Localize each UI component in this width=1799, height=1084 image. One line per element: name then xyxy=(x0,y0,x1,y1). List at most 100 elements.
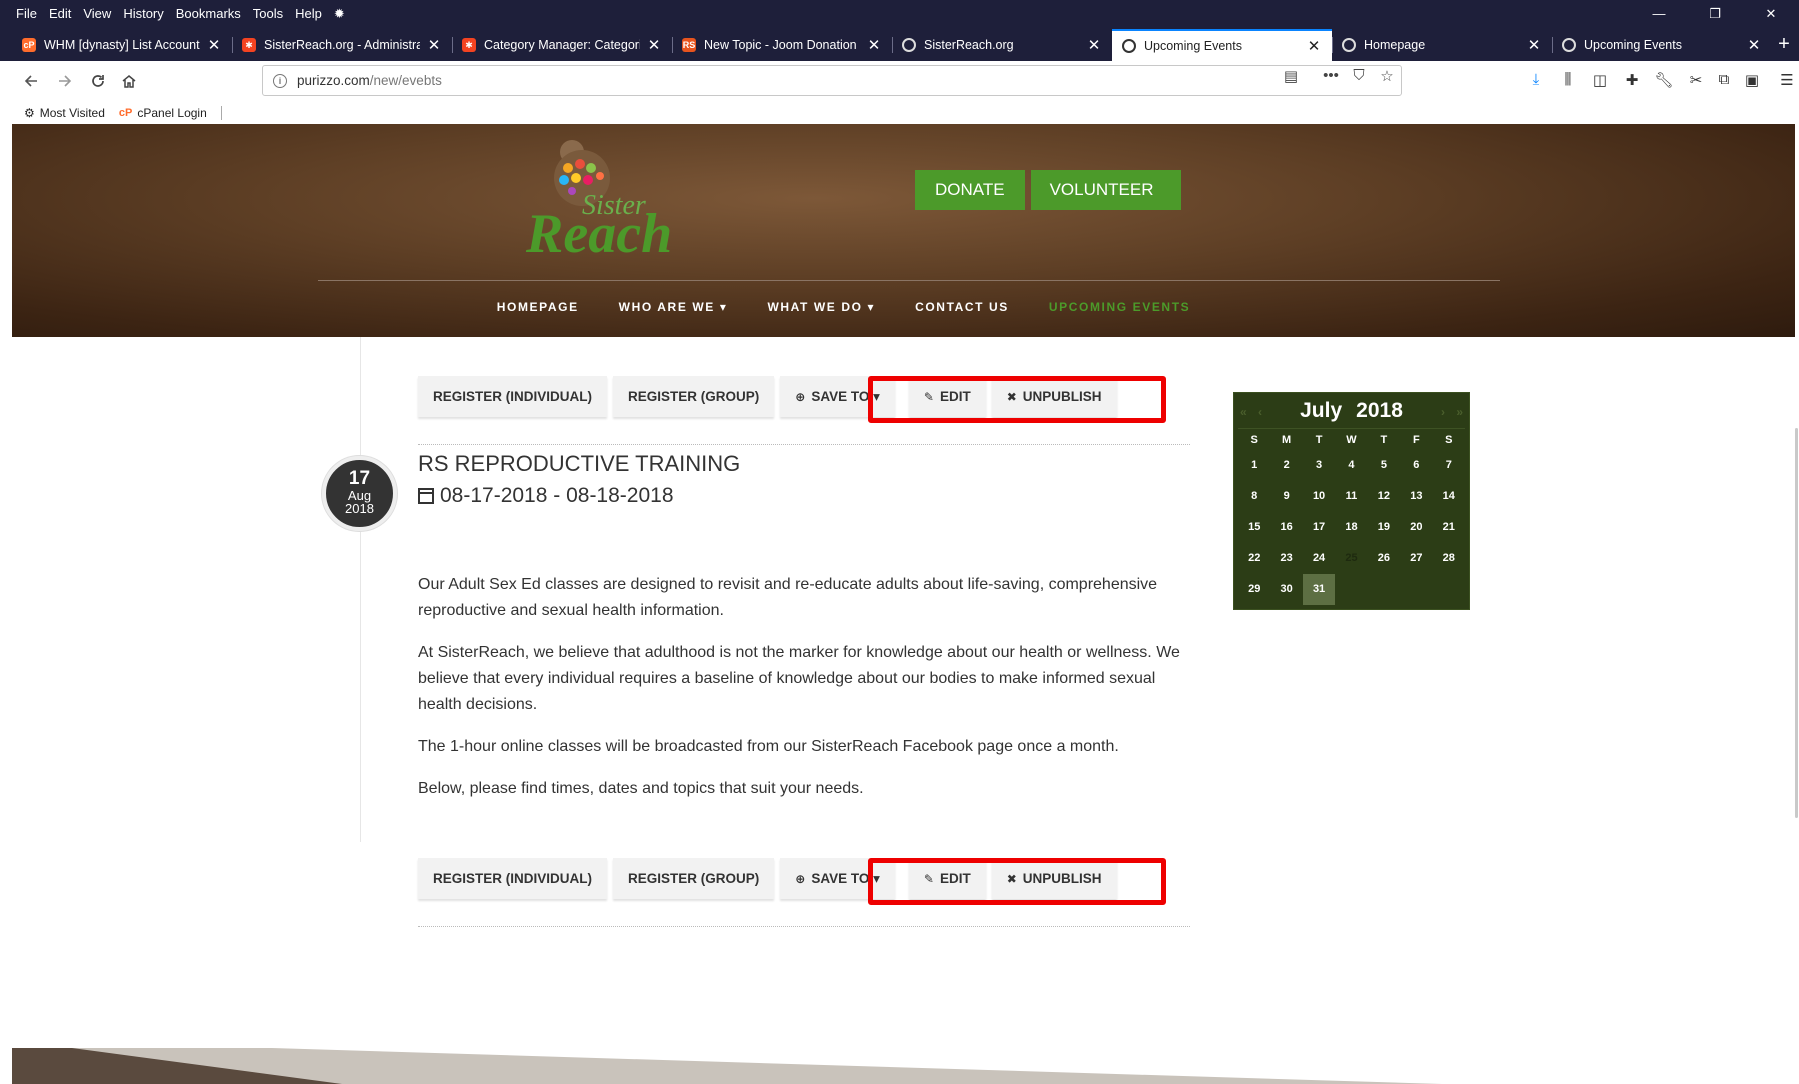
scrollbar-thumb[interactable] xyxy=(1795,428,1798,818)
menu-view[interactable]: View xyxy=(77,0,117,28)
close-window-button[interactable]: ✕ xyxy=(1743,0,1799,28)
site-info-icon[interactable]: i xyxy=(273,73,287,88)
extension-gear-icon[interactable]: ✹ xyxy=(328,0,351,28)
calendar-day[interactable]: 15 xyxy=(1238,512,1270,543)
page-scrollbar[interactable] xyxy=(1793,248,1799,818)
register-group-button[interactable]: REGISTER (GROUP) xyxy=(613,858,775,899)
menu-bookmarks[interactable]: Bookmarks xyxy=(170,0,247,28)
minimize-button[interactable]: — xyxy=(1631,0,1687,28)
restore-button[interactable]: ❐ xyxy=(1687,0,1743,28)
sidebar-icon[interactable]: ◫ xyxy=(1589,71,1611,91)
calendar-day[interactable]: 27 xyxy=(1400,543,1432,574)
browser-tab[interactable]: Homepage ✕ xyxy=(1332,29,1552,61)
calendar-day[interactable]: 10 xyxy=(1303,481,1335,512)
copy-icon[interactable]: ⧉ xyxy=(1713,71,1735,91)
nav-item-contact-us[interactable]: CONTACT US xyxy=(915,300,1009,314)
calendar-day[interactable]: 16 xyxy=(1270,512,1302,543)
calendar-day[interactable]: 23 xyxy=(1270,543,1302,574)
calendar-day[interactable]: 18 xyxy=(1335,512,1367,543)
prev-year-icon[interactable]: « xyxy=(1240,405,1247,419)
calendar-day[interactable]: 1 xyxy=(1238,450,1270,481)
tab-close-icon[interactable]: ✕ xyxy=(206,36,222,54)
calendar-day[interactable]: 19 xyxy=(1368,512,1400,543)
nav-item-who-are-we[interactable]: WHO ARE WE ▾ xyxy=(619,300,728,314)
browser-tab[interactable]: Upcoming Events ✕ xyxy=(1112,29,1332,61)
next-month-icon[interactable]: › xyxy=(1441,405,1445,419)
tab-close-icon[interactable]: ✕ xyxy=(1526,36,1542,54)
calendar-day[interactable]: 17 xyxy=(1303,512,1335,543)
bookmark-most-visited[interactable]: ⚙ Most Visited xyxy=(24,106,105,120)
clipboard-icon[interactable]: ▣ xyxy=(1741,71,1763,91)
calendar-day[interactable]: 22 xyxy=(1238,543,1270,574)
calendar-day[interactable]: 31 xyxy=(1302,574,1336,605)
reload-button[interactable] xyxy=(83,67,113,95)
calendar-day[interactable]: 28 xyxy=(1433,543,1465,574)
menu-history[interactable]: History xyxy=(117,0,169,28)
calendar-day[interactable]: 26 xyxy=(1368,543,1400,574)
volunteer-button[interactable]: VOLUNTEER xyxy=(1030,170,1181,210)
calendar-day[interactable]: 29 xyxy=(1238,574,1270,605)
next-year-icon[interactable]: » xyxy=(1456,405,1463,419)
calendar-day[interactable]: 25 xyxy=(1335,543,1367,574)
browser-tab[interactable]: SisterReach.org ✕ xyxy=(892,29,1112,61)
calendar-day[interactable]: 5 xyxy=(1368,450,1400,481)
nav-item-homepage[interactable]: HOMEPAGE xyxy=(497,300,579,314)
url-bar[interactable]: i purizzo.com/new/evebts xyxy=(262,65,1402,96)
calendar-day[interactable]: 13 xyxy=(1400,481,1432,512)
nav-item-what-we-do[interactable]: WHAT WE DO ▾ xyxy=(767,300,875,314)
calendar-day[interactable]: 30 xyxy=(1270,574,1302,605)
menu-edit[interactable]: Edit xyxy=(43,0,77,28)
tools-wrench-icon[interactable]: 🔧︎ xyxy=(1653,71,1675,91)
tab-close-icon[interactable]: ✕ xyxy=(1306,37,1322,55)
browser-tab[interactable]: Upcoming Events ✕ xyxy=(1552,29,1772,61)
calendar-day[interactable]: 14 xyxy=(1433,481,1465,512)
calendar-day[interactable]: 8 xyxy=(1238,481,1270,512)
calendar-day[interactable]: 11 xyxy=(1335,481,1367,512)
browser-tab[interactable]: ✱ Category Manager: Categories ✕ xyxy=(452,29,672,61)
downloads-icon[interactable]: ⤓ xyxy=(1525,71,1547,91)
tab-close-icon[interactable]: ✕ xyxy=(866,36,882,54)
page-icon xyxy=(1342,38,1356,52)
calendar-day[interactable]: 7 xyxy=(1433,450,1465,481)
new-tab-button[interactable]: + xyxy=(1773,29,1795,61)
home-button[interactable] xyxy=(114,67,144,95)
forward-button[interactable] xyxy=(50,67,80,95)
cut-scissors-icon[interactable]: ✂ xyxy=(1685,71,1707,91)
menu-tools[interactable]: Tools xyxy=(247,0,289,28)
back-button[interactable] xyxy=(16,67,46,95)
library-icon[interactable]: ⫼ xyxy=(1557,71,1579,91)
sisterreach-logo[interactable]: Sister Reach xyxy=(524,134,696,274)
calendar-day[interactable]: 2 xyxy=(1270,450,1302,481)
donate-button[interactable]: DONATE xyxy=(915,170,1025,210)
nav-item-upcoming-events[interactable]: UPCOMING EVENTS xyxy=(1049,300,1190,314)
prev-month-icon[interactable]: ‹ xyxy=(1258,405,1262,419)
browser-tab[interactable]: cP WHM [dynasty] List Accounts ✕ xyxy=(12,29,232,61)
bookmarks-toolbar: ⚙ Most Visited cP cPanel Login xyxy=(0,101,1799,124)
calendar-day[interactable]: 3 xyxy=(1303,450,1335,481)
register-individual-button[interactable]: REGISTER (INDIVIDUAL) xyxy=(418,858,608,899)
menu-help[interactable]: Help xyxy=(289,0,328,28)
reader-view-icon[interactable]: ▤ xyxy=(1280,67,1302,87)
tab-close-icon[interactable]: ✕ xyxy=(646,36,662,54)
tab-close-icon[interactable]: ✕ xyxy=(426,36,442,54)
bookmark-star-icon[interactable]: ☆ xyxy=(1376,67,1398,87)
calendar-day[interactable]: 4 xyxy=(1335,450,1367,481)
calendar-day[interactable]: 20 xyxy=(1400,512,1432,543)
calendar-day[interactable]: 9 xyxy=(1270,481,1302,512)
bookmark-cpanel-login[interactable]: cP cPanel Login xyxy=(119,106,207,120)
calendar-day[interactable]: 6 xyxy=(1400,450,1432,481)
browser-tab[interactable]: ✱ SisterReach.org - Administrati ✕ xyxy=(232,29,452,61)
register-individual-button[interactable]: REGISTER (INDIVIDUAL) xyxy=(418,376,608,417)
calendar-day[interactable]: 12 xyxy=(1368,481,1400,512)
calendar-day[interactable]: 24 xyxy=(1303,543,1335,574)
menu-file[interactable]: File xyxy=(10,0,43,28)
browser-tab[interactable]: RS New Topic - Joom Donation - ✕ xyxy=(672,29,892,61)
tab-close-icon[interactable]: ✕ xyxy=(1746,36,1762,54)
register-group-button[interactable]: REGISTER (GROUP) xyxy=(613,376,775,417)
hamburger-menu-icon[interactable]: ☰ xyxy=(1776,71,1798,91)
calendar-day[interactable]: 21 xyxy=(1433,512,1465,543)
tab-close-icon[interactable]: ✕ xyxy=(1086,36,1102,54)
page-actions-icon[interactable]: ••• xyxy=(1320,67,1342,87)
addons-puzzle-icon[interactable]: ✚ xyxy=(1621,71,1643,91)
pocket-icon[interactable]: ⛉ xyxy=(1348,67,1370,87)
